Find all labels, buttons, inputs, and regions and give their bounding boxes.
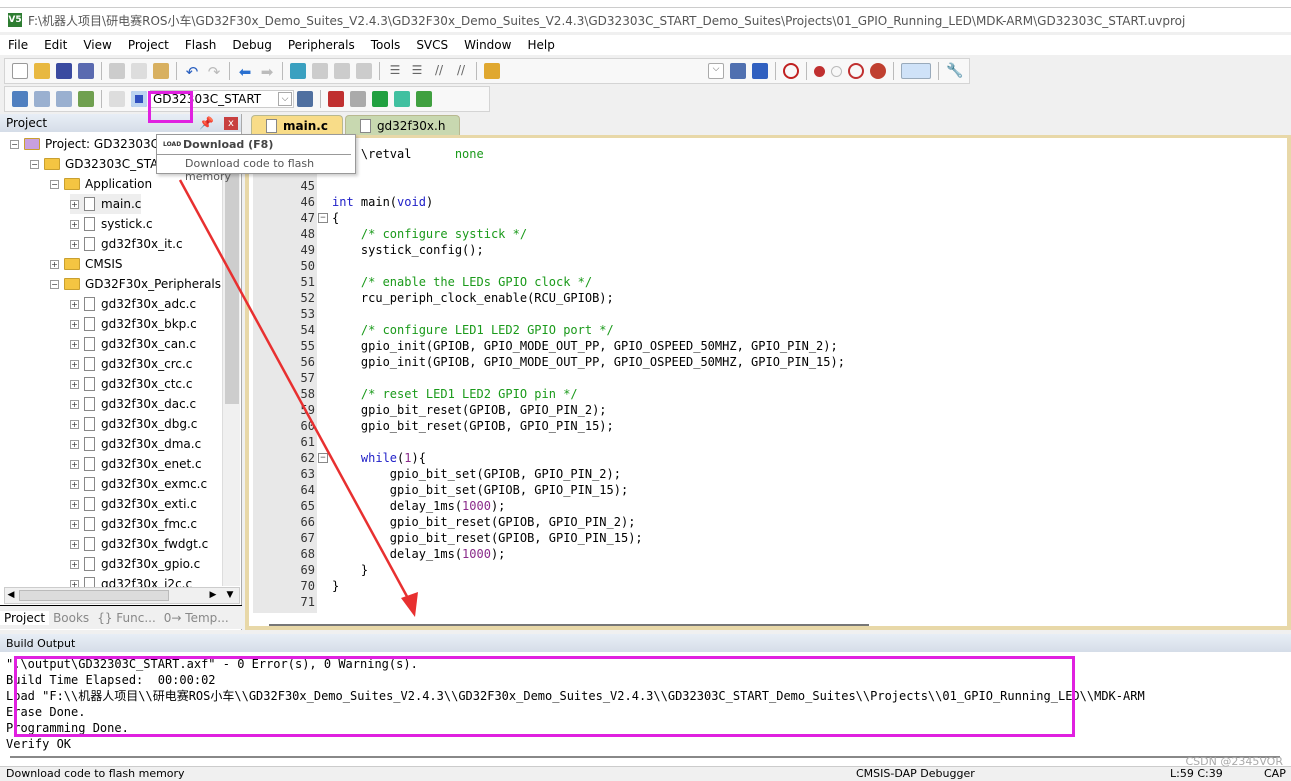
annotation-arrow [178,179,418,617]
arrow-head [401,592,418,617]
arrow-line [178,179,412,603]
